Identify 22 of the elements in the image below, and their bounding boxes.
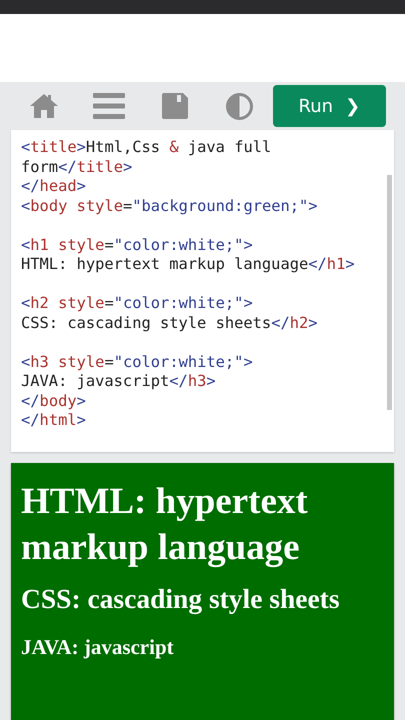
preview-heading: CSS: cascading style sheets: [21, 582, 340, 616]
preview-heading: HTML: hypertext markup language: [21, 480, 309, 570]
run-button[interactable]: Run ❯: [272, 85, 386, 127]
code-line: form</title>: [21, 158, 132, 177]
code-line: </html>: [21, 411, 86, 430]
menu-icon: [93, 93, 126, 119]
save-icon: [162, 93, 188, 119]
code-line: </body>: [21, 392, 86, 411]
code-line: HTML: hypertext markup language</h1>: [21, 255, 355, 274]
home-icon: [28, 93, 59, 119]
code-line: <h3 style="color:white;">: [21, 352, 253, 372]
code-line: <body style="background:green;">: [21, 196, 318, 216]
code-line: <h2 style="color:white;">: [21, 294, 253, 314]
code-line: JAVA: javascript</h3>: [21, 372, 216, 392]
code-editor[interactable]: [11, 130, 394, 452]
code-line: CSS: cascading style sheets</h2>: [21, 314, 318, 333]
code-line: <title>Html,Css & java full: [21, 138, 272, 158]
scrollbar[interactable]: [387, 175, 392, 410]
code-line: </head>: [21, 177, 86, 196]
code-line: <h1 style="color:white;">: [21, 236, 253, 255]
preview-heading: JAVA: javascript: [21, 634, 174, 660]
contrast-icon: [226, 92, 254, 120]
